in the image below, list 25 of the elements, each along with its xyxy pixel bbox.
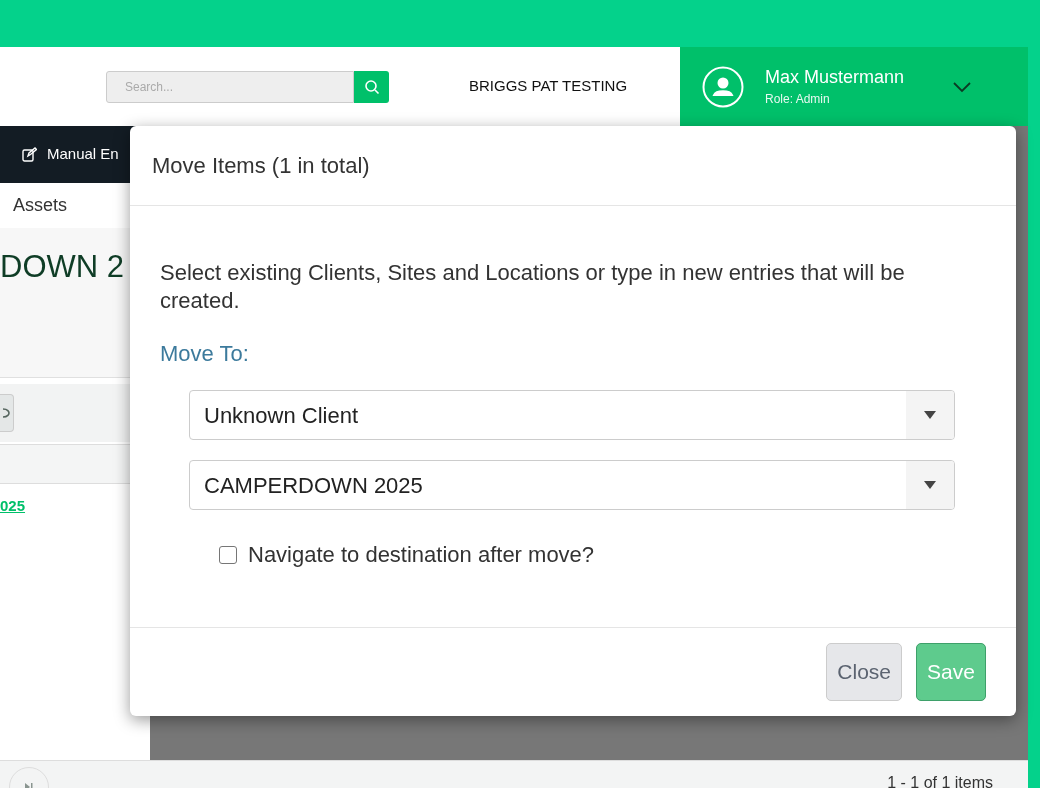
- chevron-down-icon[interactable]: [952, 80, 973, 93]
- dropdown-arrow-icon: [924, 411, 936, 419]
- nav-item[interactable]: Manual En: [47, 143, 119, 166]
- instructions-text: Select existing Clients, Sites and Locations or type in new entries that will be created.: [160, 259, 906, 315]
- breadcrumb[interactable]: Assets: [13, 192, 68, 219]
- refresh-button[interactable]: [0, 394, 14, 432]
- section-heading: Move To:: [160, 340, 249, 368]
- page-title: DOWN 2: [0, 249, 124, 284]
- pager-info: 1 - 1 of 1 items: [887, 773, 993, 788]
- select-field[interactable]: CAMPERDOWN 2025: [189, 460, 955, 510]
- search-icon: [363, 78, 380, 95]
- user-name: Max Mustermann: [765, 65, 905, 88]
- navigate-checkbox[interactable]: [219, 545, 237, 564]
- user-role: Role: Admin: [765, 90, 831, 108]
- dialog-title: Move Items (1 in total): [152, 152, 370, 180]
- close-button[interactable]: Close: [826, 643, 902, 701]
- user-avatar-icon: [702, 65, 744, 108]
- skip-end-icon: [24, 781, 34, 788]
- search-field[interactable]: Search...: [106, 70, 354, 103]
- company-name: BRIGGS PAT TESTING: [469, 76, 628, 97]
- search-button[interactable]: [354, 70, 389, 103]
- select-field[interactable]: Unknown Client: [189, 390, 955, 440]
- checkbox-label: Navigate to destination after move?: [248, 541, 595, 569]
- dropdown-arrow-icon: [924, 481, 936, 489]
- edit-icon: [22, 147, 37, 162]
